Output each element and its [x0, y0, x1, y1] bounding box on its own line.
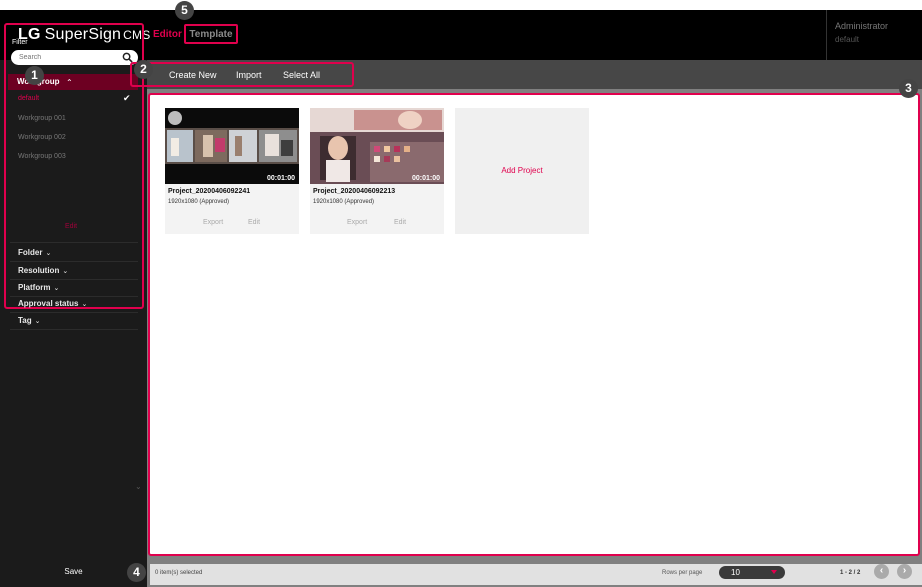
sidebar-divider [10, 261, 138, 262]
add-project-label: Add Project [501, 166, 543, 175]
chevron-down-icon: ⌄ [62, 268, 69, 275]
export-button[interactable]: Export [347, 219, 367, 226]
pagination-panel [150, 564, 922, 585]
chevron-down-icon: ⌄ [81, 301, 88, 308]
selected-count: 0 item(s) selected [155, 570, 203, 576]
chevron-up-icon: ⌃ [66, 78, 73, 87]
callout-badge-1: 1 [25, 66, 44, 85]
filter-approval-label: Approval status [18, 299, 79, 308]
filter-platform-label: Platform [18, 283, 51, 292]
rows-per-page-value: 10 [731, 568, 740, 577]
import-button[interactable]: Import [236, 70, 262, 80]
sidebar-divider [10, 296, 138, 297]
callout-badge-4: 4 [127, 563, 146, 582]
filter-folder[interactable]: Folder ⌄ [18, 248, 51, 257]
collapse-chevron-icon[interactable]: ⌄ [135, 482, 142, 491]
create-new-button[interactable]: Create New [169, 70, 217, 80]
sidebar-divider [10, 329, 138, 330]
chevron-down-icon: ⌄ [34, 318, 41, 325]
workgroup-item-003[interactable]: Workgroup 003 [18, 153, 66, 160]
workgroup-item-002[interactable]: Workgroup 002 [18, 134, 66, 141]
user-group: default [835, 35, 860, 44]
project-thumbnail[interactable]: 00:01:00 [310, 108, 444, 184]
edit-button[interactable]: Edit [394, 219, 406, 226]
sidebar-divider [10, 279, 138, 280]
rows-per-page-select[interactable]: 10 [719, 566, 785, 579]
header-divider [826, 10, 827, 60]
project-title: Project_20200406092241 [168, 188, 251, 195]
filter-label: Filter [12, 39, 28, 46]
project-resolution: 1920x1080 (Approved) [168, 199, 230, 205]
duration-label: 00:01:00 [266, 175, 295, 182]
callout-badge-5: 5 [175, 1, 194, 20]
export-button[interactable]: Export [203, 219, 223, 226]
filter-folder-label: Folder [18, 248, 43, 257]
check-icon: ✔ [123, 93, 131, 103]
project-thumbnail-image [165, 108, 299, 184]
workgroup-item-default[interactable]: default [18, 95, 39, 102]
add-project-card[interactable]: Add Project [455, 108, 589, 234]
select-all-button[interactable]: Select All [283, 70, 320, 80]
filter-approval-status[interactable]: Approval status ⌄ [18, 299, 87, 308]
project-card[interactable]: 00:01:00 Project_20200406092213 1920x108… [310, 108, 444, 234]
chevron-down-icon: ⌄ [53, 285, 60, 292]
sidebar-divider [10, 242, 138, 243]
callout-badge-3: 3 [899, 79, 918, 98]
search-box[interactable] [11, 50, 138, 65]
duration-label: 00:01:00 [411, 175, 440, 182]
search-input[interactable] [19, 52, 119, 63]
user-name[interactable]: Administrator [835, 21, 888, 31]
filter-tag-label: Tag [18, 316, 32, 325]
filter-tag[interactable]: Tag ⌄ [18, 316, 41, 325]
project-card[interactable]: 00:01:00 Project_20200406092241 1920x108… [165, 108, 299, 234]
prev-page-button[interactable]: ‹ [874, 564, 889, 579]
filter-resolution-label: Resolution [18, 266, 60, 275]
edit-button[interactable]: Edit [248, 219, 260, 226]
next-page-button[interactable]: › [897, 564, 912, 579]
tab-template[interactable]: Template [184, 24, 238, 44]
filter-platform[interactable]: Platform ⌄ [18, 283, 59, 292]
project-title: Project_20200406092213 [313, 188, 396, 195]
page-info: 1 - 2 / 2 [840, 570, 861, 576]
callout-badge-2: 2 [134, 60, 153, 79]
chevron-down-icon: ⌄ [45, 250, 52, 257]
dropdown-arrow-icon [771, 570, 777, 574]
sidebar-divider [10, 312, 138, 313]
tab-editor[interactable]: Editor [153, 29, 182, 40]
workgroup-item-001[interactable]: Workgroup 001 [18, 115, 66, 122]
filter-resolution[interactable]: Resolution ⌄ [18, 266, 68, 275]
workgroup-edit-link[interactable]: Edit [65, 223, 77, 230]
project-thumbnail[interactable]: 00:01:00 [165, 108, 299, 184]
rows-per-page-label: Rows per page [662, 570, 703, 576]
project-thumbnail-image [310, 108, 444, 184]
project-resolution: 1920x1080 (Approved) [313, 199, 375, 205]
save-button[interactable]: Save [0, 563, 147, 587]
